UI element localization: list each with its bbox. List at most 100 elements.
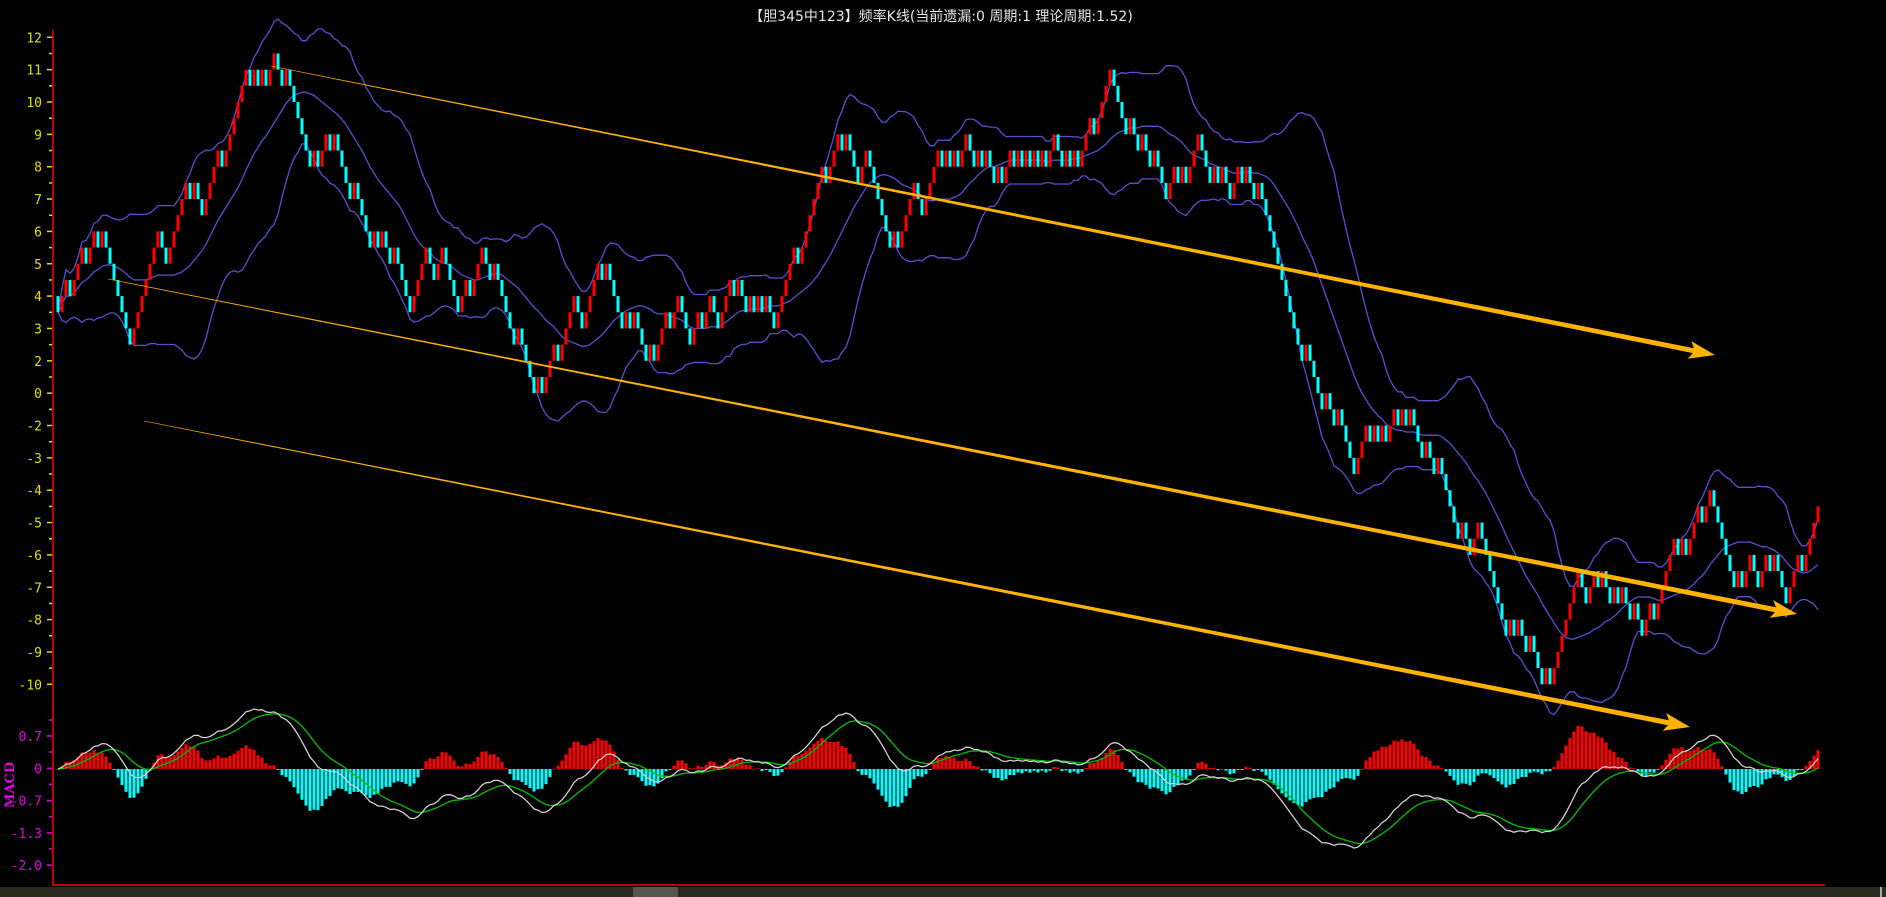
candle	[776, 312, 780, 329]
macd-histogram-bar	[872, 769, 876, 784]
candle	[820, 166, 824, 183]
candle	[252, 69, 256, 86]
candle	[680, 296, 684, 313]
macd-histogram-bar	[680, 760, 684, 769]
macd-histogram-bar	[1796, 769, 1800, 771]
macd-histogram-bar	[752, 768, 756, 770]
candle	[1516, 619, 1520, 636]
candle	[200, 199, 204, 216]
candle	[392, 247, 396, 264]
candle	[748, 296, 752, 313]
macd-axis-label: 0	[34, 762, 42, 777]
macd-histogram-bar	[1048, 769, 1052, 771]
candle	[496, 263, 500, 280]
candle	[124, 312, 128, 329]
candle	[1732, 571, 1736, 588]
candle	[756, 296, 760, 313]
candle	[1264, 199, 1268, 216]
macd-histogram-bar	[456, 766, 460, 769]
candle	[1764, 554, 1768, 572]
macd-histogram-bar	[1216, 769, 1220, 771]
macd-histogram-bar	[1068, 769, 1072, 773]
macd-histogram-bar	[776, 769, 780, 776]
candle	[508, 312, 512, 329]
candle	[732, 279, 736, 297]
macd-histogram-bar	[1464, 769, 1468, 784]
candle	[1296, 328, 1300, 345]
frequency-k-line-chart[interactable]: 12 11 10 9 8 7 6 5 4 3 2 0 -2 -3 -4 -5 -6 -7 -8 -9 -10 0.7 0 -…	[0, 0, 1886, 887]
macd-histogram-bar	[812, 743, 816, 769]
candle	[332, 134, 336, 151]
candle	[564, 328, 568, 345]
candle	[1224, 166, 1228, 183]
macd-histogram-bar	[660, 769, 664, 779]
macd-histogram-bar	[352, 769, 356, 792]
macd-histogram-bar	[1508, 769, 1512, 785]
candle	[968, 134, 972, 151]
macd-histogram-bar	[780, 769, 784, 773]
macd-histogram-bar	[484, 751, 488, 769]
candle	[608, 263, 612, 280]
macd-histogram-bar	[1424, 757, 1428, 769]
candle	[1680, 538, 1684, 555]
candle	[1800, 554, 1804, 572]
macd-histogram-bar	[972, 765, 976, 769]
candle	[1008, 150, 1012, 167]
candle	[1348, 441, 1352, 458]
candle	[760, 296, 764, 313]
macd-histogram-bar	[952, 757, 956, 769]
macd-histogram-bar	[452, 760, 456, 769]
macd-histogram-bar	[1240, 769, 1244, 770]
price-axis-label: -4	[26, 484, 42, 499]
candle	[1232, 182, 1236, 200]
candle	[1356, 457, 1360, 475]
candle	[1796, 554, 1800, 572]
macd-histogram-bar	[916, 769, 920, 777]
candle	[1636, 603, 1640, 620]
macd-histogram-bar	[1512, 769, 1516, 784]
candle	[1808, 538, 1812, 555]
macd-histogram-bar	[1028, 769, 1032, 773]
macd-histogram-bar	[324, 769, 328, 799]
candle	[112, 263, 116, 280]
macd-histogram-bar	[1104, 753, 1108, 769]
candle	[904, 215, 908, 232]
candle	[1076, 150, 1080, 167]
candle	[640, 328, 644, 345]
candle	[1420, 441, 1424, 458]
candle	[720, 312, 724, 329]
candle	[1640, 619, 1644, 636]
macd-histogram-bar	[524, 769, 528, 785]
macd-histogram-bar	[904, 769, 908, 797]
price-axis-label: -9	[26, 646, 42, 661]
candle	[984, 150, 988, 167]
scrollbar-thumb[interactable]	[633, 887, 678, 897]
macd-histogram-bar	[1444, 769, 1448, 772]
candle	[1216, 166, 1220, 183]
candle	[708, 296, 712, 313]
macd-histogram-bar	[1108, 748, 1112, 769]
macd-histogram-bar	[1448, 769, 1452, 776]
macd-histogram-bar	[964, 758, 968, 769]
macd-histogram-bar	[1132, 769, 1136, 777]
candle	[1280, 263, 1284, 280]
macd-histogram-bar	[272, 765, 276, 769]
macd-histogram-bar	[460, 766, 464, 769]
macd-histogram-bar	[764, 769, 768, 770]
macd-histogram-bar	[1488, 769, 1492, 776]
candle	[348, 182, 352, 200]
candle	[688, 328, 692, 345]
candle	[444, 247, 448, 264]
candle	[340, 150, 344, 167]
macd-histogram-bar	[264, 763, 268, 769]
horizontal-scrollbar[interactable]	[0, 887, 1886, 897]
macd-histogram-bar	[256, 755, 260, 769]
macd-histogram-bar	[1544, 769, 1548, 772]
macd-histogram-bar	[1800, 769, 1804, 770]
candle	[536, 376, 540, 394]
macd-histogram-bar	[1468, 769, 1472, 786]
candle	[1392, 409, 1396, 426]
macd-histogram-bar	[276, 769, 280, 770]
candle	[364, 215, 368, 232]
candle	[1572, 587, 1576, 604]
